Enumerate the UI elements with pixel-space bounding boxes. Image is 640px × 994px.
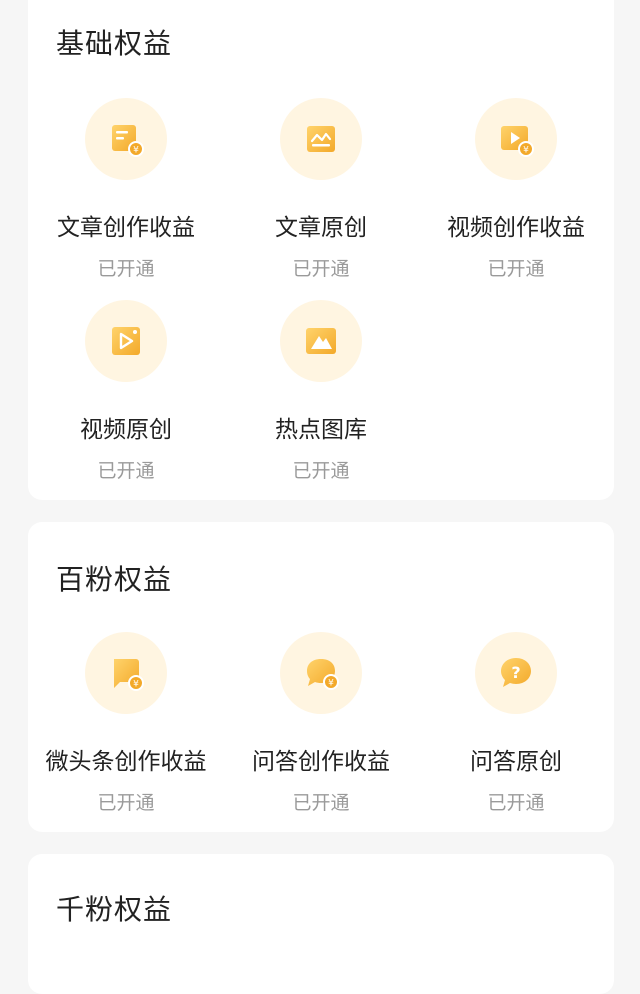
benefit-label: 视频创作收益	[447, 215, 585, 241]
benefit-label: 问答原创	[470, 749, 562, 775]
benefit-status: 已开通	[97, 258, 155, 280]
micro-post-income-icon: ¥	[85, 632, 167, 714]
benefit-label: 文章原创	[275, 215, 367, 241]
video-original-icon	[85, 300, 167, 382]
benefit-video-income[interactable]: ¥ 视频创作收益 已开通	[418, 98, 614, 281]
benefit-label: 文章创作收益	[57, 215, 195, 241]
benefit-article-income[interactable]: ¥ 文章创作收益 已开通	[28, 98, 224, 281]
article-income-icon: ¥	[85, 98, 167, 180]
benefit-status: 已开通	[487, 792, 545, 814]
svg-text:?: ?	[511, 663, 520, 682]
benefit-label: 热点图库	[275, 417, 367, 443]
svg-text:¥: ¥	[133, 680, 139, 690]
benefit-status: 已开通	[487, 258, 545, 280]
benefit-status: 已开通	[97, 792, 155, 814]
benefit-qa-original[interactable]: ? 问答原创 已开通	[418, 632, 614, 815]
benefit-qa-income[interactable]: ¥ 问答创作收益 已开通	[223, 632, 419, 815]
svg-text:¥: ¥	[133, 146, 139, 156]
benefit-status: 已开通	[97, 460, 155, 482]
benefit-label: 视频原创	[80, 417, 172, 443]
svg-text:¥: ¥	[328, 679, 334, 689]
benefit-status: 已开通	[292, 258, 350, 280]
benefit-status: 已开通	[292, 792, 350, 814]
qa-income-icon: ¥	[280, 632, 362, 714]
benefit-micro-post-income[interactable]: ¥ 微头条创作收益 已开通	[28, 632, 224, 815]
benefit-article-original[interactable]: 文章原创 已开通	[223, 98, 419, 281]
benefit-label: 问答创作收益	[252, 749, 390, 775]
section-title: 基础权益	[56, 27, 173, 60]
section-hundred-fans-benefits: 百粉权益 ¥ 微头条创作收益 已开通 ¥ 问答创作收益 已开通 ? 问答原创 已…	[28, 522, 614, 832]
benefit-label: 微头条创作收益	[45, 749, 207, 775]
section-title: 百粉权益	[56, 563, 173, 596]
svg-text:¥: ¥	[523, 146, 529, 156]
section-title: 千粉权益	[56, 893, 173, 926]
benefit-video-original[interactable]: 视频原创 已开通	[28, 300, 224, 483]
video-income-icon: ¥	[475, 98, 557, 180]
article-original-icon	[280, 98, 362, 180]
benefit-image-library[interactable]: 热点图库 已开通	[223, 300, 419, 483]
qa-original-icon: ?	[475, 632, 557, 714]
image-library-icon	[280, 300, 362, 382]
section-thousand-fans-benefits: 千粉权益	[28, 854, 614, 994]
section-basic-benefits: 基础权益 ¥ 文章创作收益 已开通 文章原创 已开通 ¥ 视频创作收益 已开通 …	[28, 0, 614, 500]
benefit-status: 已开通	[292, 460, 350, 482]
